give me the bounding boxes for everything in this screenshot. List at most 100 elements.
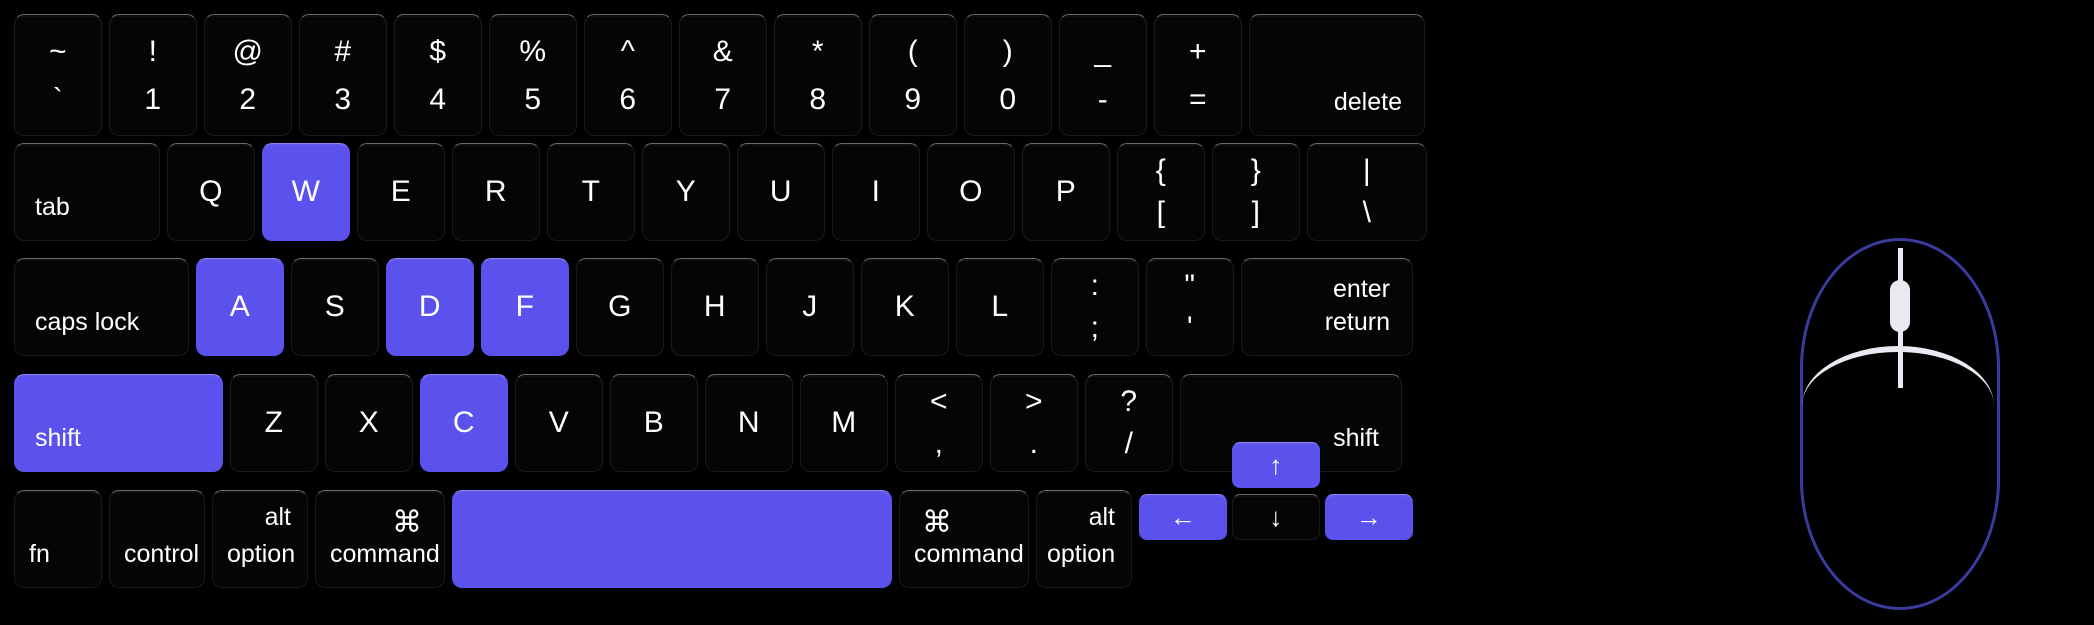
key-c[interactable]: C	[420, 374, 508, 472]
key-digit9[interactable]: ( 9	[869, 14, 957, 136]
key-option-right[interactable]: alt option	[1036, 490, 1132, 588]
key-semicolon-label: ;	[1090, 311, 1100, 344]
key-return-enter-label: enter	[1333, 275, 1390, 303]
key-e[interactable]: E	[357, 143, 445, 241]
key-r[interactable]: R	[452, 143, 540, 241]
key-arrow-left[interactable]: ←	[1139, 494, 1227, 540]
keyboard-row-home: caps lock A S D F G H J K L: ; " ' ente…	[14, 258, 1744, 356]
key-fn[interactable]: fn	[14, 490, 102, 588]
key-arrow-up[interactable]: ↑	[1232, 442, 1320, 488]
key-l[interactable]: L	[956, 258, 1044, 356]
command-icon-right: ⌘	[922, 506, 952, 539]
key-i[interactable]: I	[832, 143, 920, 241]
key-digit6[interactable]: ^ 6	[584, 14, 672, 136]
key-command-left-label: command	[330, 540, 440, 568]
key-control-label: control	[124, 540, 200, 568]
key-digit1-label: 1	[144, 83, 162, 116]
key-w[interactable]: W	[262, 143, 350, 241]
key-digit5[interactable]: % 5	[489, 14, 577, 136]
keyboard-row-shift: shift Z X C V B N M < , > . ? / shift	[14, 374, 1744, 472]
key-bracket-left-label: [	[1156, 196, 1166, 229]
key-r-label: R	[484, 175, 508, 208]
key-command-right[interactable]: ⌘ command	[899, 490, 1029, 588]
key-space[interactable]	[452, 490, 892, 588]
key-period-label: .	[1029, 427, 1039, 460]
arrow-left-icon: ←	[1169, 502, 1197, 532]
key-d[interactable]: D	[386, 258, 474, 356]
key-shift-right-label: shift	[1333, 424, 1379, 452]
key-digit4-label: 4	[429, 83, 447, 116]
key-j-label: J	[802, 290, 818, 323]
key-caps-lock[interactable]: caps lock	[14, 258, 189, 356]
key-q[interactable]: Q	[167, 143, 255, 241]
key-a-label: A	[229, 290, 251, 323]
key-return[interactable]: enter return	[1241, 258, 1413, 356]
key-backslash-shift-label: |	[1362, 154, 1372, 187]
arrow-key-cluster: ↑ ← ↓ →	[1139, 442, 1414, 588]
key-s[interactable]: S	[291, 258, 379, 356]
key-n[interactable]: N	[705, 374, 793, 472]
key-period-shift-label: >	[1024, 385, 1044, 418]
key-digit2[interactable]: @ 2	[204, 14, 292, 136]
key-k[interactable]: K	[861, 258, 949, 356]
key-y-label: Y	[675, 175, 697, 208]
key-equal[interactable]: + =	[1154, 14, 1242, 136]
key-delete[interactable]: delete	[1249, 14, 1425, 136]
key-command-left[interactable]: ⌘ command	[315, 490, 445, 588]
key-shift-left[interactable]: shift	[14, 374, 223, 472]
key-bracket-left[interactable]: { [	[1117, 143, 1205, 241]
key-digit0[interactable]: ) 0	[964, 14, 1052, 136]
key-m-label: M	[831, 406, 857, 439]
key-arrow-down[interactable]: ↓	[1232, 494, 1320, 540]
key-arrow-right[interactable]: →	[1325, 494, 1413, 540]
key-backquote[interactable]: ~ `	[14, 14, 102, 136]
key-digit4[interactable]: $ 4	[394, 14, 482, 136]
key-minus[interactable]: _ -	[1059, 14, 1147, 136]
key-bracket-right[interactable]: } ]	[1212, 143, 1300, 241]
key-semicolon[interactable]: : ;	[1051, 258, 1139, 356]
mouse-scroll-wheel-icon[interactable]	[1890, 280, 1910, 332]
key-digit0-label: 0	[999, 83, 1017, 116]
key-fn-label: fn	[29, 540, 50, 568]
key-digit8-shift-label: *	[811, 35, 825, 68]
key-tab[interactable]: tab	[14, 143, 160, 241]
key-digit6-shift-label: ^	[620, 35, 636, 68]
key-control[interactable]: control	[109, 490, 205, 588]
key-option-left[interactable]: alt option	[212, 490, 308, 588]
key-period[interactable]: > .	[990, 374, 1078, 472]
key-backslash[interactable]: | \	[1307, 143, 1427, 241]
key-x[interactable]: X	[325, 374, 413, 472]
key-comma[interactable]: < ,	[895, 374, 983, 472]
key-t[interactable]: T	[547, 143, 635, 241]
key-g[interactable]: G	[576, 258, 664, 356]
key-digit1[interactable]: ! 1	[109, 14, 197, 136]
key-bracket-left-shift-label: {	[1155, 154, 1167, 187]
key-digit7[interactable]: & 7	[679, 14, 767, 136]
key-z[interactable]: Z	[230, 374, 318, 472]
key-f-label: F	[515, 290, 535, 323]
key-v[interactable]: V	[515, 374, 603, 472]
key-quote-shift-label: "	[1184, 269, 1196, 302]
key-slash[interactable]: ? /	[1085, 374, 1173, 472]
key-quote[interactable]: " '	[1146, 258, 1234, 356]
key-j[interactable]: J	[766, 258, 854, 356]
key-comma-shift-label: <	[929, 385, 949, 418]
key-m[interactable]: M	[800, 374, 888, 472]
arrow-right-icon: →	[1355, 502, 1383, 532]
key-minus-label: -	[1097, 83, 1109, 116]
key-digit8[interactable]: * 8	[774, 14, 862, 136]
key-a[interactable]: A	[196, 258, 284, 356]
key-tab-label: tab	[35, 193, 70, 221]
key-o[interactable]: O	[927, 143, 1015, 241]
key-digit3[interactable]: # 3	[299, 14, 387, 136]
arrow-down-icon: ↓	[1269, 502, 1283, 532]
key-f[interactable]: F	[481, 258, 569, 356]
key-u[interactable]: U	[737, 143, 825, 241]
keyboard-row-modifiers: fn control alt option ⌘ command ⌘ comman…	[14, 442, 1744, 602]
key-h[interactable]: H	[671, 258, 759, 356]
key-b[interactable]: B	[610, 374, 698, 472]
key-y[interactable]: Y	[642, 143, 730, 241]
key-return-label: return	[1324, 308, 1390, 336]
key-p[interactable]: P	[1022, 143, 1110, 241]
key-digit7-label: 7	[714, 83, 732, 116]
